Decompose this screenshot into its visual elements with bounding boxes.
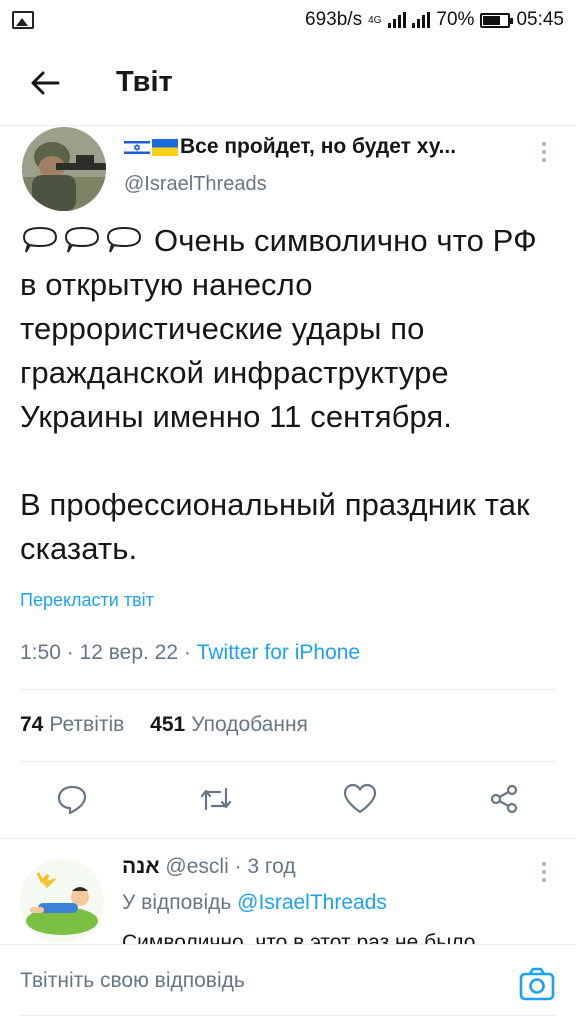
- status-bar: 693b/s 4G 70% 05:45: [0, 0, 576, 40]
- author-handle[interactable]: @IsraelThreads: [124, 173, 504, 196]
- divider: [20, 689, 556, 690]
- battery-fill: [483, 15, 501, 25]
- tweet-meta: 1:50 · 12 вер. 22 · Twitter for iPhone: [20, 641, 360, 665]
- replying-to: У відповідь @IsraelThreads: [122, 891, 387, 915]
- app-header: Твіт: [0, 40, 576, 126]
- cartoon-avatar-image: [20, 859, 104, 943]
- replying-to-label: У відповідь: [122, 891, 232, 914]
- retweet-icon: [200, 787, 232, 811]
- likes-stat[interactable]: 451 Уподобання: [150, 713, 308, 736]
- israel-flag-icon: [124, 138, 150, 156]
- reply-icon: [57, 785, 87, 815]
- ukraine-flag-icon: [152, 138, 178, 156]
- thought-bubble-icon: [22, 226, 58, 253]
- divider: [20, 761, 556, 762]
- retweets-count: 74: [20, 713, 44, 736]
- reply-more-options-button[interactable]: [532, 857, 556, 887]
- thought-bubble-icon: [64, 226, 100, 253]
- camera-button[interactable]: [518, 965, 556, 1003]
- translate-tweet-link[interactable]: Перекласти твіт: [20, 590, 154, 611]
- retweets-stat[interactable]: 74 Ретвітів: [20, 713, 124, 736]
- like-icon: [343, 783, 377, 814]
- network-speed: 693b/s: [305, 9, 363, 30]
- author-name: Все пройдет, но будет ху...: [180, 135, 457, 158]
- back-button[interactable]: [0, 40, 90, 126]
- thought-bubble-emojis: [20, 225, 144, 255]
- reply-header: אנה @escli · 3 год: [122, 855, 296, 879]
- tweet-paragraph-2: В профессиональный праздник так сказать.: [20, 487, 530, 566]
- reply-tweet[interactable]: אנה @escli · 3 год У відповідь @IsraelTh…: [0, 838, 576, 948]
- reply-button[interactable]: [50, 777, 94, 821]
- reply-input[interactable]: Твітніть свою відповідь: [20, 969, 490, 993]
- retweets-label: Ретвітів: [49, 713, 125, 736]
- avatar[interactable]: [22, 127, 106, 211]
- tweet-source-link[interactable]: Twitter for iPhone: [197, 641, 360, 664]
- thought-bubble-icon: [106, 226, 142, 253]
- more-options-button[interactable]: [532, 137, 556, 167]
- signal-icon: [412, 12, 431, 28]
- replying-to-mention[interactable]: @IsraelThreads: [237, 891, 387, 914]
- more-vertical-icon: [542, 142, 546, 162]
- reply-composer: Твітніть свою відповідь: [0, 944, 576, 1024]
- likes-label: Уподобання: [191, 713, 308, 736]
- tweet-text: Очень символично что РФ в открытую нанес…: [20, 219, 560, 571]
- tweet-actions: [0, 777, 576, 821]
- soldier-avatar-image: [22, 127, 106, 211]
- network-type: 4G: [368, 14, 382, 26]
- page-title: Твіт: [116, 66, 173, 98]
- author-name-row[interactable]: Все пройдет, но будет ху...: [124, 135, 504, 159]
- retweet-button[interactable]: [194, 777, 238, 821]
- clock: 05:45: [516, 9, 564, 30]
- share-icon: [490, 784, 518, 814]
- reply-author-name[interactable]: אנה: [122, 855, 160, 878]
- share-button[interactable]: [482, 777, 526, 821]
- gallery-notification-icon: [12, 11, 34, 29]
- battery-percent: 70%: [436, 9, 475, 30]
- avatar[interactable]: [20, 859, 104, 943]
- reply-time: · 3 год: [234, 855, 296, 878]
- signal-icon: [388, 12, 407, 28]
- camera-icon: [519, 967, 555, 1001]
- tweet-stats: 74 Ретвітів 451 Уподобання: [20, 713, 328, 737]
- tweet-time: 1:50 · 12 вер. 22 ·: [20, 641, 197, 664]
- more-vertical-icon: [542, 862, 546, 882]
- like-button[interactable]: [338, 777, 382, 821]
- battery-icon: [480, 12, 514, 28]
- divider: [20, 1015, 556, 1016]
- arrow-left-icon: [31, 71, 60, 94]
- reply-handle[interactable]: @escli: [165, 855, 228, 878]
- likes-count: 451: [150, 713, 186, 736]
